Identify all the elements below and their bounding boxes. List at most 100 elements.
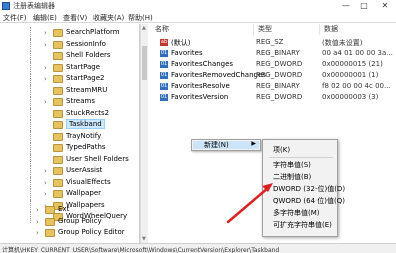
folder-icon: [53, 52, 63, 60]
tree-item[interactable]: › SessionInfo: [0, 38, 139, 51]
tree-item-label: StartPage2: [66, 74, 105, 82]
value-data: 0x00000015 (21): [322, 60, 383, 68]
submenu-separator: [269, 157, 333, 158]
tree-guide-line: [30, 153, 31, 166]
value-data: (数值未设置): [322, 39, 363, 47]
menu-favorites[interactable]: 收藏夹(A): [93, 13, 124, 23]
expand-chevron-icon[interactable]: ›: [44, 167, 47, 175]
tree-scrollbar[interactable]: ▲ ▼: [140, 24, 148, 243]
tree-item[interactable]: Taskband: [0, 119, 139, 131]
submenu-expandable-string-value[interactable]: 可扩充字符串值(E): [273, 220, 332, 230]
tree-item[interactable]: › Wallpaper: [0, 188, 139, 200]
folder-icon: [53, 132, 63, 141]
value-row[interactable]: 01 Favorites REG_BINARY 00 a4 01 00 00 3a..…: [149, 48, 396, 59]
tree-item[interactable]: StuckRects2: [0, 107, 139, 120]
value-type: REG_BINARY: [256, 82, 300, 90]
tree-item-label: SessionInfo: [66, 39, 106, 48]
value-type: REG_DWORD: [256, 60, 303, 68]
scroll-down-icon[interactable]: ▼: [142, 236, 146, 242]
column-data-header[interactable]: 数据: [320, 24, 396, 35]
submenu-dword-value[interactable]: DWORD (32-位)值(D): [273, 184, 345, 194]
expand-chevron-icon[interactable]: ›: [36, 206, 39, 214]
minimize-button[interactable]: —: [338, 0, 354, 11]
tree-item[interactable]: StreamMRU: [0, 84, 139, 97]
status-path: 计算机\HKEY_CURRENT_USER\Software\Microsoft…: [2, 247, 280, 253]
expand-chevron-icon[interactable]: ›: [44, 41, 47, 49]
tree-item[interactable]: › VisualEffects: [0, 176, 139, 189]
tree-item-label: User Shell Folders: [66, 154, 129, 163]
tree-item[interactable]: › SearchPlatform: [0, 27, 139, 39]
folder-icon: [53, 40, 63, 49]
folder-icon: [53, 167, 63, 175]
context-menu-new-item[interactable]: 新建(N) ▶: [191, 139, 261, 151]
value-name: FavoritesResolve: [171, 82, 230, 90]
submenu-qword-value[interactable]: QWORD (64 位)值(Q): [273, 196, 345, 206]
menu-view[interactable]: 查看(V): [63, 13, 87, 23]
menu-file[interactable]: 文件(F): [3, 13, 27, 23]
tree-item[interactable]: › Streams: [0, 96, 139, 108]
expand-chevron-icon[interactable]: ›: [44, 29, 47, 37]
binary-value-icon: 01: [160, 61, 168, 68]
value-row[interactable]: 01 FavoritesRemovedChanges REG_DWORD 0x0000…: [149, 70, 396, 81]
registry-tree[interactable]: › SearchPlatform › SessionInfo Shell Folders…: [0, 24, 140, 243]
tree-item[interactable]: › Group Policy: [0, 216, 139, 228]
submenu-multistring-value[interactable]: 多字符串值(M): [273, 208, 320, 218]
folder-icon: [45, 206, 55, 214]
submenu-string-value[interactable]: 字符串值(S): [273, 160, 311, 170]
tree-item[interactable]: › StartPage: [0, 61, 139, 74]
status-bar: 计算机\HKEY_CURRENT_USER\Software\Microsoft…: [0, 243, 396, 253]
close-button[interactable]: ✕: [374, 0, 396, 11]
tree-item[interactable]: TypedPaths: [0, 142, 139, 154]
tree-item[interactable]: › Group Policy Editor: [0, 227, 139, 239]
expand-chevron-icon[interactable]: ›: [44, 75, 47, 83]
menu-edit[interactable]: 编辑(E): [33, 13, 57, 23]
tree-item-label: Taskband: [66, 119, 105, 129]
expand-chevron-icon[interactable]: ›: [36, 229, 39, 237]
tree-item[interactable]: Shell Folders: [0, 50, 139, 62]
value-row[interactable]: 01 FavoritesChanges REG_DWORD 0x00000015 (2…: [149, 59, 396, 70]
tree-item[interactable]: › StartPage2: [0, 73, 139, 85]
value-name: FavoritesRemovedChanges: [171, 71, 266, 79]
value-data: 0x00000001 (1): [322, 71, 379, 79]
column-type-header[interactable]: 类型: [254, 24, 320, 35]
submenu-binary-value[interactable]: 二进制值(B): [273, 172, 311, 182]
column-name-header[interactable]: 名称: [149, 24, 254, 35]
expand-chevron-icon[interactable]: ›: [36, 218, 39, 226]
string-value-icon: ab: [160, 39, 168, 46]
value-type: REG_DWORD: [256, 93, 303, 101]
value-row[interactable]: ab (默认) REG_SZ (数值未设置): [149, 37, 396, 48]
tree-item[interactable]: User Shell Folders: [0, 153, 139, 166]
scroll-up-icon[interactable]: ▲: [142, 25, 146, 31]
folder-icon: [53, 121, 63, 129]
tree-guide-line: [30, 176, 31, 189]
menu-help[interactable]: 帮助(H): [128, 13, 153, 23]
scrollbar-thumb[interactable]: [142, 46, 147, 80]
folder-icon: [53, 178, 63, 187]
tree-item[interactable]: TrayNotify: [0, 130, 139, 143]
tree-item-label: SearchPlatform: [66, 28, 120, 36]
tree-item-label: Ext: [58, 205, 70, 213]
value-type: REG_SZ: [256, 38, 284, 46]
expand-chevron-icon[interactable]: ›: [44, 98, 47, 106]
submenu-key[interactable]: 项(K): [273, 145, 290, 155]
folder-icon: [53, 86, 63, 95]
tree-guide-line: [30, 61, 31, 74]
tree-item-label: Streams: [66, 97, 95, 105]
value-data: f8 02 00 00 4c 00...: [322, 82, 391, 90]
expand-chevron-icon[interactable]: ›: [44, 190, 47, 198]
tree-item[interactable]: › UserAssist: [0, 165, 139, 177]
tree-item-label: StreamMRU: [66, 85, 108, 94]
value-row[interactable]: 01 FavoritesVersion REG_DWORD 0x00000003 (3…: [149, 92, 396, 103]
folder-icon: [53, 155, 63, 164]
maximize-button[interactable]: □: [356, 0, 372, 11]
value-type: REG_DWORD: [256, 71, 303, 79]
tree-item-label: TypedPaths: [66, 143, 106, 151]
value-row[interactable]: 01 FavoritesResolve REG_BINARY f8 02 00 00 …: [149, 81, 396, 92]
tree-item-label: VisualEffects: [66, 177, 111, 186]
tree-guide-line: [30, 50, 31, 62]
tree-guide-line: [30, 107, 31, 120]
expand-chevron-icon[interactable]: ›: [44, 179, 47, 187]
expand-chevron-icon[interactable]: ›: [44, 64, 47, 72]
title-bar: 注册表编辑器 — □ ✕: [0, 0, 396, 12]
tree-item[interactable]: › Ext: [0, 204, 139, 216]
